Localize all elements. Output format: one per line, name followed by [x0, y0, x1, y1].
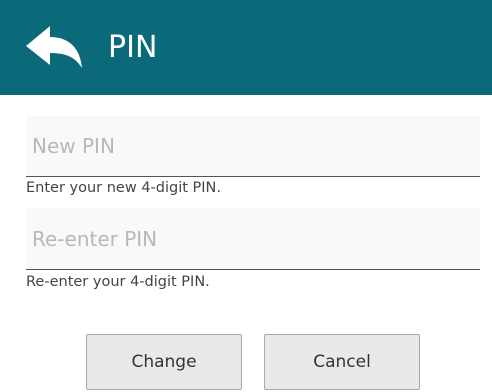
- change-button[interactable]: Change: [86, 334, 242, 390]
- back-arrow-icon: [26, 26, 82, 68]
- new-pin-input[interactable]: [26, 116, 480, 176]
- app-header: PIN: [0, 0, 492, 95]
- reenter-pin-input[interactable]: [26, 208, 480, 269]
- back-button[interactable]: [22, 22, 86, 72]
- new-pin-hint: Enter your new 4-digit PIN.: [26, 180, 222, 196]
- reenter-pin-field[interactable]: [26, 208, 480, 270]
- cancel-button[interactable]: Cancel: [264, 334, 420, 390]
- reenter-pin-hint: Re-enter your 4-digit PIN.: [26, 274, 210, 290]
- page-title: PIN: [108, 30, 158, 65]
- new-pin-field[interactable]: [26, 116, 480, 177]
